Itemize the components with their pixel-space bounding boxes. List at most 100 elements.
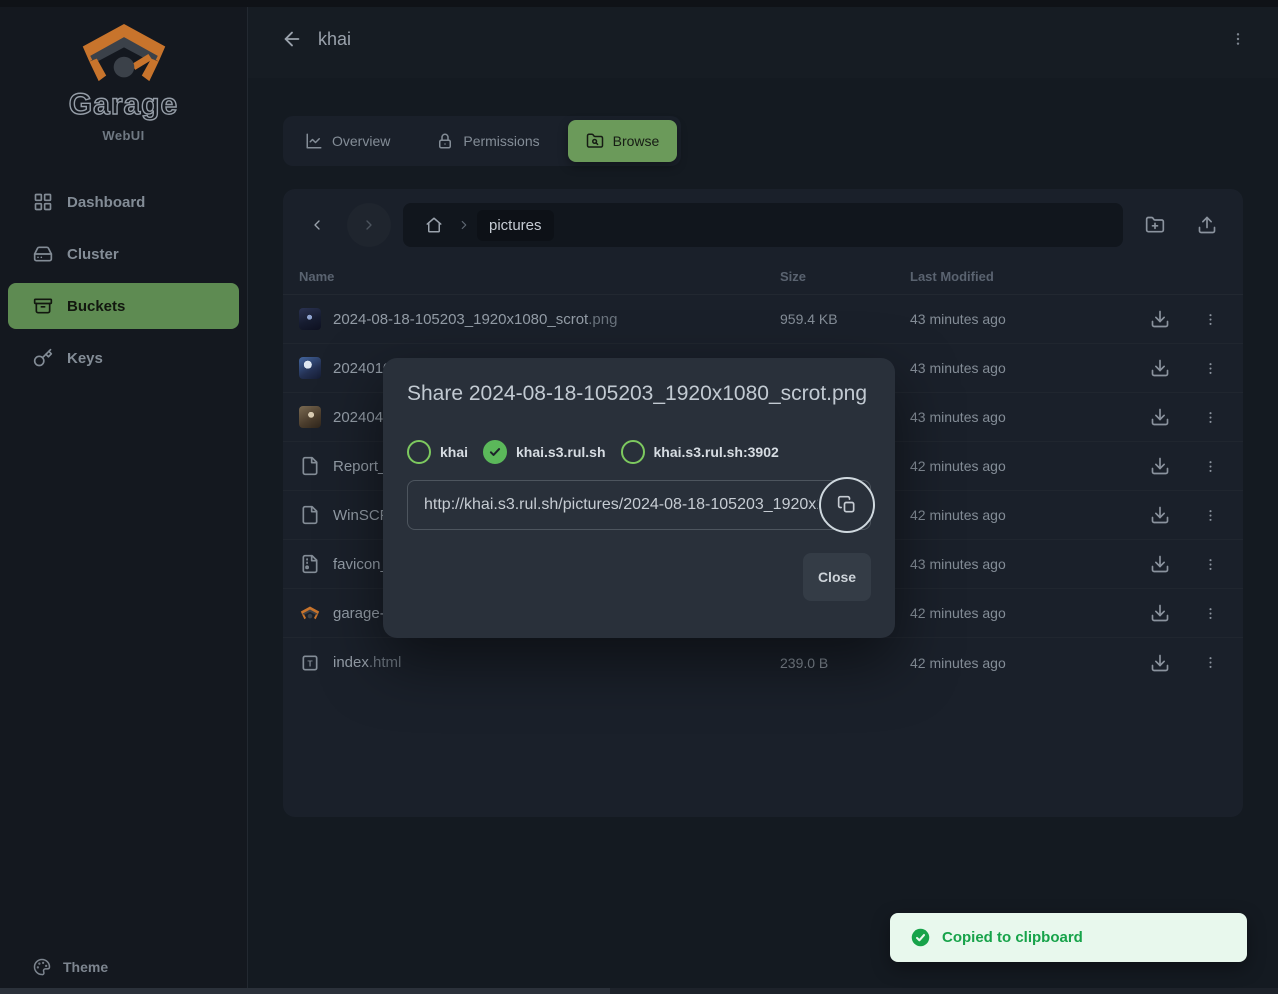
domain-option-khai[interactable]: khai: [407, 440, 468, 464]
copy-icon: [837, 495, 857, 515]
breadcrumb-home-button[interactable]: [417, 208, 451, 242]
window-top-edge: [0, 0, 1278, 7]
file-size: 239.0 B: [780, 655, 910, 671]
file-archive-icon: [299, 553, 321, 575]
table-row[interactable]: 2024-08-18-105203_1920x1080_scrot.png 95…: [283, 295, 1243, 344]
file-name: index: [333, 654, 369, 671]
tab-label: Overview: [332, 133, 390, 149]
kebab-icon: [1203, 361, 1218, 376]
share-dialog: Share 2024-08-18-105203_1920x1080_scrot.…: [383, 358, 895, 638]
sidebar-nav: Dashboard Cluster: [0, 179, 247, 387]
download-icon: [1150, 554, 1170, 574]
history-forward-button[interactable]: [347, 203, 391, 247]
kebab-icon: [1203, 508, 1218, 523]
row-menu-button[interactable]: [1197, 306, 1223, 332]
garage-logo-icon: [79, 22, 169, 84]
row-menu-button[interactable]: [1197, 650, 1223, 676]
radio-label: khai.s3.rul.sh:3902: [654, 444, 779, 460]
sidebar: Garage WebUI Dashboard: [0, 0, 248, 994]
folder-search-icon: [586, 132, 604, 150]
download-icon: [1150, 653, 1170, 673]
history-back-button[interactable]: [299, 207, 335, 243]
tab-browse[interactable]: Browse: [568, 120, 678, 162]
theme-label: Theme: [63, 959, 108, 975]
sidebar-item-label: Keys: [67, 350, 103, 367]
row-menu-button[interactable]: [1197, 453, 1223, 479]
bucket-tabs: Overview Permissions: [283, 116, 681, 166]
column-header-size: Size: [780, 269, 910, 284]
row-menu-button[interactable]: [1197, 502, 1223, 528]
file-type-icon: T: [299, 652, 321, 674]
upload-icon: [1197, 215, 1217, 235]
breadcrumb-separator-icon: [457, 218, 471, 232]
download-icon: [1150, 603, 1170, 623]
breadcrumb-item-pictures[interactable]: pictures: [477, 210, 554, 241]
sidebar-item-label: Buckets: [67, 298, 125, 315]
download-button[interactable]: [1147, 355, 1173, 381]
close-button[interactable]: Close: [803, 553, 871, 601]
chevron-left-icon: [309, 217, 325, 233]
sidebar-item-dashboard[interactable]: Dashboard: [8, 179, 239, 225]
file-icon: [299, 455, 321, 477]
download-button[interactable]: [1147, 551, 1173, 577]
radio-unchecked-icon: [621, 440, 645, 464]
radio-checked-icon: [483, 440, 507, 464]
row-menu-button[interactable]: [1197, 404, 1223, 430]
hard-drive-icon: [33, 244, 53, 264]
sidebar-item-keys[interactable]: Keys: [8, 335, 239, 381]
kebab-icon: [1230, 31, 1246, 47]
share-dialog-footer: Close: [407, 553, 871, 601]
download-button[interactable]: [1147, 306, 1173, 332]
column-header-modified: Last Modified: [910, 269, 1110, 284]
garage-logo-thumbnail: [299, 602, 321, 624]
theme-toggle[interactable]: Theme: [0, 958, 247, 976]
back-button[interactable]: [278, 25, 306, 53]
chevron-right-icon: [361, 217, 377, 233]
brand-block: Garage WebUI: [0, 0, 247, 143]
file-modified: 43 minutes ago: [910, 360, 1110, 376]
tab-permissions[interactable]: Permissions: [418, 120, 557, 162]
file-modified: 42 minutes ago: [910, 605, 1110, 621]
bucket-archive-icon: [33, 296, 53, 316]
toast-notification: Copied to clipboard: [890, 913, 1247, 962]
domain-option-khai-s3-3902[interactable]: khai.s3.rul.sh:3902: [621, 440, 779, 464]
radio-label: khai.s3.rul.sh: [516, 444, 605, 460]
file-size: 959.4 KB: [780, 311, 910, 327]
copy-url-button[interactable]: [819, 477, 875, 533]
tab-label: Browse: [613, 133, 660, 149]
row-menu-button[interactable]: [1197, 600, 1223, 626]
file-modified: 42 minutes ago: [910, 655, 1110, 671]
sidebar-item-label: Dashboard: [67, 194, 145, 211]
file-modified: 43 minutes ago: [910, 409, 1110, 425]
upload-button[interactable]: [1187, 205, 1227, 245]
key-icon: [33, 348, 53, 368]
domain-option-khai-s3[interactable]: khai.s3.rul.sh: [483, 440, 605, 464]
download-button[interactable]: [1147, 404, 1173, 430]
download-icon: [1150, 505, 1170, 525]
breadcrumb: pictures: [403, 203, 1123, 247]
toast-message: Copied to clipboard: [942, 929, 1083, 946]
lock-icon: [436, 132, 454, 150]
download-button[interactable]: [1147, 650, 1173, 676]
table-row[interactable]: T index.html 239.0 B 42 minutes ago: [283, 638, 1243, 687]
file-icon: [299, 504, 321, 526]
share-url-input[interactable]: [407, 480, 871, 530]
sidebar-item-buckets[interactable]: Buckets: [8, 283, 239, 329]
download-button[interactable]: [1147, 502, 1173, 528]
column-header-name: Name: [299, 269, 780, 284]
header-menu-button[interactable]: [1222, 23, 1254, 55]
horizontal-scrollbar-thumb[interactable]: [0, 988, 610, 994]
new-folder-button[interactable]: [1135, 205, 1175, 245]
row-menu-button[interactable]: [1197, 551, 1223, 577]
sidebar-item-cluster[interactable]: Cluster: [8, 231, 239, 277]
home-icon: [425, 216, 443, 234]
image-thumbnail: [299, 308, 321, 330]
share-url-row: [407, 480, 871, 530]
radio-label: khai: [440, 444, 468, 460]
table-header: Name Size Last Modified: [283, 259, 1243, 295]
row-menu-button[interactable]: [1197, 355, 1223, 381]
download-button[interactable]: [1147, 600, 1173, 626]
download-button[interactable]: [1147, 453, 1173, 479]
tab-label: Permissions: [463, 133, 539, 149]
tab-overview[interactable]: Overview: [287, 120, 408, 162]
